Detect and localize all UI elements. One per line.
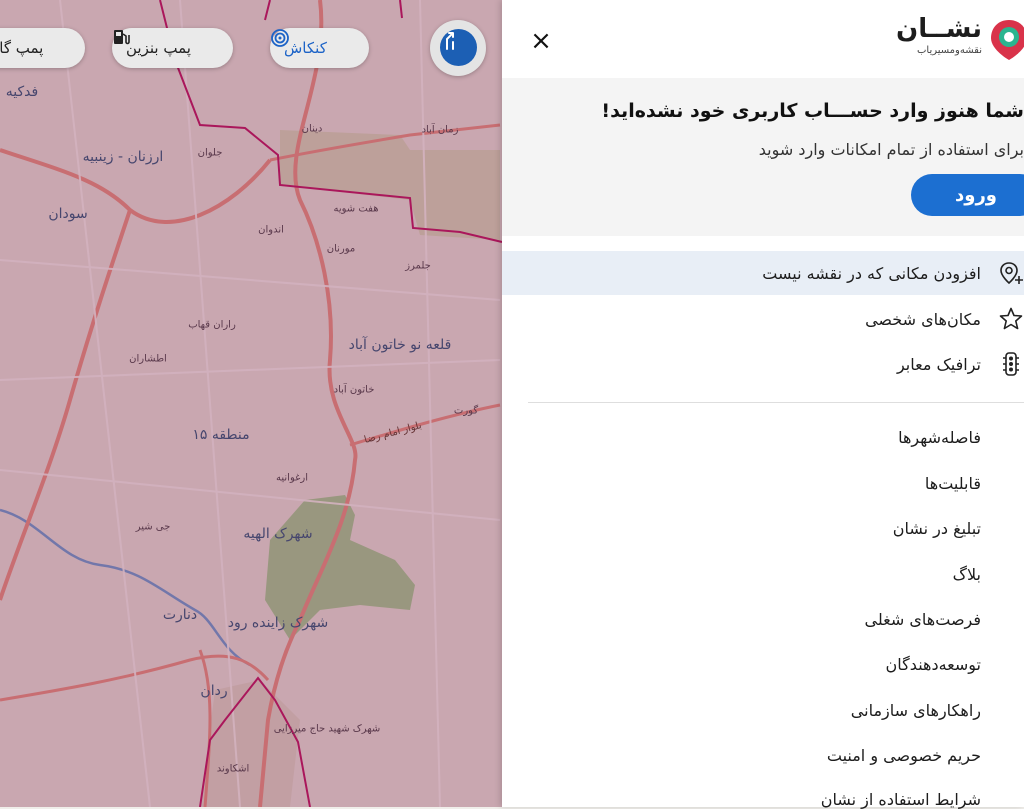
chip-gas-station[interactable]: پمپ بنزین bbox=[112, 28, 233, 68]
menu-item-traffic[interactable]: ترافیک معابر bbox=[502, 342, 1024, 386]
close-icon: × bbox=[530, 26, 552, 56]
link-terms[interactable]: شرایط استفاده از نشان bbox=[821, 790, 981, 809]
menu-item-label: مکان‌های شخصی bbox=[865, 309, 981, 329]
chip-label: کنکاش bbox=[284, 39, 327, 57]
login-subtitle: برای استفاده از تمام امکانات وارد شوید bbox=[758, 140, 1024, 159]
link-careers[interactable]: فرصت‌های شغلی bbox=[865, 610, 981, 629]
chip-label: پمپ گاز bbox=[0, 39, 44, 57]
login-panel: شما هنوز وارد حســـاب کاربری خود نشده‌ای… bbox=[502, 78, 1024, 236]
traffic-light-icon bbox=[1003, 352, 1019, 376]
menu-item-add-place[interactable]: افزودن مکانی که در نقشه نیست bbox=[502, 251, 1024, 295]
close-menu-button[interactable]: × bbox=[526, 26, 556, 56]
menu-item-label: افزودن مکانی که در نقشه نیست bbox=[762, 263, 981, 283]
add-location-icon bbox=[1000, 262, 1023, 285]
side-menu: نشــان نقشه‌ومسیریاب × شما هنوز وارد حسـ… bbox=[502, 0, 1024, 809]
cng-pump-icon bbox=[51, 38, 71, 58]
link-advertise[interactable]: تبلیغ در نشان bbox=[893, 519, 981, 538]
directions-icon bbox=[440, 29, 477, 66]
directions-button[interactable] bbox=[430, 20, 486, 76]
login-title: شما هنوز وارد حســـاب کاربری خود نشده‌ای… bbox=[601, 100, 1024, 122]
chip-explore[interactable]: کنکاش bbox=[270, 28, 369, 68]
star-icon bbox=[999, 307, 1023, 330]
side-menu-header: نشــان نقشه‌ومسیریاب × bbox=[502, 0, 1024, 78]
fuel-pump-icon bbox=[114, 30, 219, 58]
brand: نشــان نقشه‌ومسیریاب bbox=[896, 14, 982, 58]
chip-label: پمپ بنزین bbox=[126, 39, 191, 57]
link-city-distances[interactable]: فاصله‌شهرها bbox=[898, 428, 981, 447]
menu-item-label: ترافیک معابر bbox=[896, 354, 981, 374]
menu-item-saved-places[interactable]: مکان‌های شخصی bbox=[502, 297, 1024, 341]
brand-name: نشــان bbox=[896, 14, 982, 44]
link-privacy[interactable]: حریم خصوصی و امنیت bbox=[827, 746, 981, 765]
neshan-logo-icon bbox=[991, 20, 1024, 60]
radar-icon bbox=[271, 29, 355, 58]
link-developers[interactable]: توسعه‌دهندگان bbox=[886, 655, 981, 674]
brand-tagline: نقشه‌ومسیریاب bbox=[916, 45, 982, 56]
link-enterprise[interactable]: راهکارهای سازمانی bbox=[851, 701, 981, 720]
menu-divider bbox=[528, 402, 1024, 403]
chip-cng-station[interactable]: پمپ گاز bbox=[0, 28, 86, 68]
link-features[interactable]: قابلیت‌ها bbox=[925, 474, 981, 493]
link-blog[interactable]: بلاگ bbox=[953, 565, 981, 584]
login-button[interactable]: ورود bbox=[911, 174, 1024, 216]
